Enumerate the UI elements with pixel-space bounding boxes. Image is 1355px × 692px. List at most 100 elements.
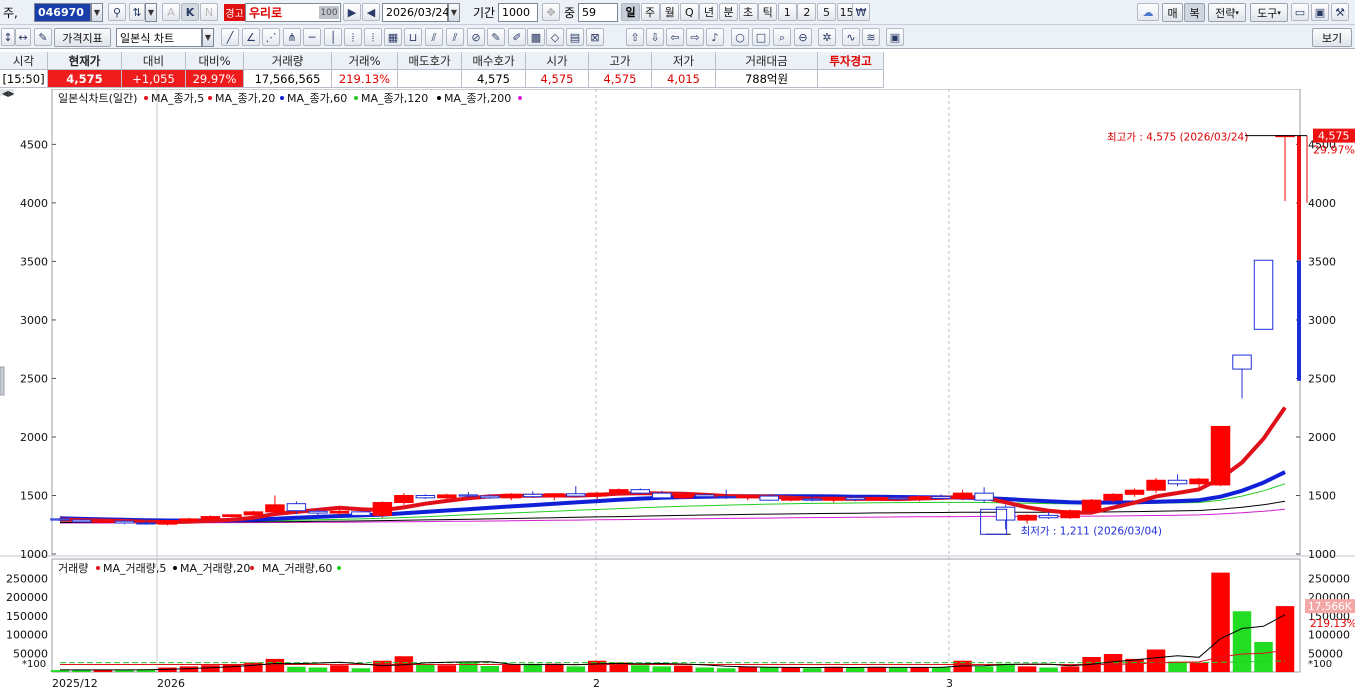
delete-tool-icon[interactable]: ⊠ — [586, 28, 604, 46]
regression-tool-icon[interactable]: ⊘ — [467, 28, 485, 46]
eraser-tool-icon[interactable]: ◇ — [546, 28, 564, 46]
multi-button[interactable]: 복 — [1184, 3, 1205, 22]
edit-icon[interactable]: ✎ — [34, 28, 52, 46]
tools-button[interactable]: 도구 ▾ — [1250, 3, 1288, 22]
candle-body — [544, 493, 565, 498]
volume-unit-right: *100 — [1308, 659, 1332, 670]
wave-tool-icon[interactable]: ∿ — [842, 28, 860, 46]
properties-tool-icon[interactable]: ▤ — [566, 28, 584, 46]
period-button-9[interactable]: 2 — [797, 3, 817, 21]
period-button-4[interactable]: 년 — [699, 3, 719, 21]
period-button-3[interactable]: Q — [679, 3, 699, 21]
candle-body — [265, 504, 285, 513]
price-label-left-6: 1500 — [20, 489, 48, 502]
fan-tool-icon[interactable]: ⋰ — [262, 28, 280, 46]
ma-legend-marker-1 — [208, 96, 212, 100]
stock-code-dropdown[interactable]: ▼ — [91, 3, 103, 22]
magic-tool-icon[interactable]: ✲ — [818, 28, 836, 46]
currency-icon[interactable]: ₩ — [852, 3, 870, 21]
arrow-left-icon[interactable]: ⇦ — [666, 28, 684, 46]
toggle-a-button[interactable]: A — [162, 3, 180, 21]
candle-body — [394, 494, 414, 504]
toggle-n-button[interactable]: N — [200, 3, 218, 21]
fibo-tool-icon[interactable]: ⦙ — [344, 28, 362, 46]
pitchfork-tool-icon[interactable]: ⋔ — [283, 28, 301, 46]
line-tool-icon[interactable]: ╱ — [221, 28, 239, 46]
save-icon[interactable]: ▣ — [1311, 3, 1329, 21]
channel-tool-icon[interactable]: ⫽ — [425, 28, 443, 46]
folder-open-icon[interactable]: ▭ — [1291, 3, 1309, 21]
volume-bar — [308, 667, 328, 672]
period-button-7[interactable]: 틱 — [758, 3, 778, 21]
sort-icon[interactable]: ⇅ — [129, 3, 145, 21]
cloud-icon[interactable]: ☁ — [1137, 3, 1159, 21]
chart-type-dropdown[interactable]: ▼ — [202, 28, 214, 47]
search-icon[interactable]: ⚲ — [108, 3, 126, 21]
drawing-toolbar: ↕ ↔ ✎ 가격지표 일본식 차트 ▼ ╱ ∠ ⋰ ⋔ ─ │ ⦙ ⦙ ▦ ⊔ ⫽ ⫽ ⊘ ✎ ✐ ▩ ◇ ▤ ⊠ ⇧… — [0, 25, 1355, 49]
period-button-0[interactable]: 일 — [621, 3, 640, 21]
horizontal-line-icon[interactable]: ─ — [303, 28, 321, 46]
volume-bar — [50, 670, 70, 672]
arrow-left-right-icon[interactable]: ↔ — [15, 28, 31, 46]
date-axis: 2025/12 2026 2 3 — [0, 673, 1355, 692]
play-forward-icon[interactable]: ▶ — [343, 3, 361, 21]
play-back-icon[interactable]: ◀ — [362, 3, 380, 21]
candle-body — [93, 520, 113, 523]
quote-header-high: 고가 — [589, 52, 652, 70]
expand-arrows-icon: ◀▶ — [2, 89, 15, 98]
ma-legend-label-1: MA_종가,20 — [215, 92, 275, 105]
period-button-5[interactable]: 분 — [719, 3, 738, 21]
period-button-1[interactable]: 주 — [640, 3, 660, 21]
wave2-tool-icon[interactable]: ≋ — [862, 28, 880, 46]
strategy-button[interactable]: 전략 ▾ — [1208, 3, 1246, 22]
candle-body — [136, 522, 156, 525]
date-dropdown[interactable]: ▼ — [448, 3, 460, 22]
price-index-button[interactable]: 가격지표 — [54, 28, 111, 47]
wrench-icon[interactable]: ⚒ — [1331, 3, 1349, 21]
candle-body — [437, 494, 457, 499]
candle-body — [1060, 510, 1080, 519]
candle-body — [480, 495, 500, 499]
cycle-tool-icon[interactable]: ⊔ — [404, 28, 422, 46]
ma-legend-marker-0 — [144, 96, 148, 100]
scroll-icon[interactable]: ✥ — [542, 3, 560, 21]
arrow-up-down-icon[interactable]: ↕ — [1, 28, 15, 46]
palette-tool-icon[interactable]: ▩ — [527, 28, 545, 46]
period-input[interactable]: 1000 — [498, 3, 538, 22]
rect-tool-icon[interactable]: □ — [752, 28, 770, 46]
chart-type-select[interactable]: 일본식 차트 — [116, 28, 202, 47]
grid-tool-icon[interactable]: ▦ — [384, 28, 402, 46]
arrow-right-icon[interactable]: ⇨ — [686, 28, 704, 46]
warning-badge: 경고 — [224, 4, 245, 21]
period-button-6[interactable]: 초 — [738, 3, 758, 21]
candle-body — [716, 496, 736, 499]
toggle-k-button[interactable]: K — [181, 3, 199, 21]
memo-icon[interactable]: ♪ — [706, 28, 724, 46]
date-input[interactable]: 2026/03/24 — [382, 3, 449, 22]
gann-tool-icon[interactable]: ⦙ — [364, 28, 382, 46]
parallel-tool-icon[interactable]: ⫽ — [446, 28, 464, 46]
stock-code-input[interactable]: 046970 — [34, 3, 91, 22]
zoom-tool-icon[interactable]: ⌕ — [773, 28, 791, 46]
volume-ma-legend-label-1: MA_거래량,20 — [180, 562, 250, 575]
price-label-left-1: 4000 — [20, 197, 48, 210]
angle-tool-icon[interactable]: ∠ — [242, 28, 260, 46]
zoom-out-icon[interactable]: ⊖ — [794, 28, 812, 46]
quote-value-change: +1,055 — [122, 70, 186, 88]
sort-dropdown[interactable]: ▼ — [145, 3, 157, 22]
view-button[interactable]: 보기 — [1312, 28, 1352, 47]
circle-tool-icon[interactable]: ○ — [731, 28, 749, 46]
candle-body — [974, 492, 994, 501]
vertical-line-icon[interactable]: │ — [324, 28, 342, 46]
arrow-down-icon[interactable]: ⇩ — [646, 28, 664, 46]
brush-tool-icon[interactable]: ✐ — [508, 28, 526, 46]
buy-button[interactable]: 매 — [1162, 3, 1183, 22]
pencil-tool-icon[interactable]: ✎ — [487, 28, 505, 46]
period-button-2[interactable]: 월 — [660, 3, 680, 21]
stock-chart[interactable]: ◀▶ 4500 45004000 40003500 35003000 30002500 2… — [0, 89, 1355, 692]
arrow-up-icon[interactable]: ⇧ — [626, 28, 644, 46]
mid-input[interactable]: 59 — [578, 3, 618, 22]
settings-icon[interactable]: ▣ — [886, 28, 904, 46]
period-button-10[interactable]: 5 — [817, 3, 836, 21]
period-button-8[interactable]: 1 — [777, 3, 797, 21]
